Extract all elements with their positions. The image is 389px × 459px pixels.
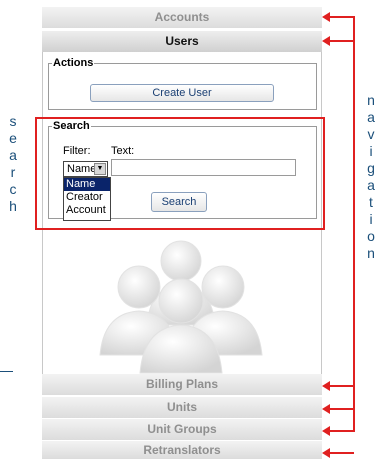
search-letter: e bbox=[9, 130, 17, 146]
users-group-illustration bbox=[99, 240, 263, 374]
navigation-annotation-label: n a v i g a t i o n bbox=[363, 92, 379, 262]
arrow-line-retranslators bbox=[330, 452, 354, 454]
nav-separator bbox=[42, 28, 322, 29]
arrow-users-icon bbox=[322, 36, 330, 46]
search-annotation-label: s e a r c h bbox=[5, 113, 21, 215]
search-letter: a bbox=[9, 147, 17, 163]
arrow-line-billing-plans bbox=[330, 385, 354, 387]
nav-retranslators[interactable]: Retranslators bbox=[42, 441, 322, 459]
search-highlight-box bbox=[35, 117, 325, 230]
navigation-letter: i bbox=[369, 143, 373, 159]
navigation-letter: a bbox=[367, 177, 375, 193]
arrow-retranslators-icon bbox=[322, 448, 330, 458]
arrow-line-units bbox=[330, 408, 354, 410]
arrow-line-unit-groups bbox=[330, 430, 354, 432]
navigation-letter: n bbox=[367, 92, 375, 108]
navigation-bracket-line bbox=[353, 16, 355, 432]
search-annotation-tick bbox=[0, 371, 13, 372]
navigation-letter: g bbox=[367, 160, 375, 176]
navigation-letter: n bbox=[367, 245, 375, 261]
nav-accounts[interactable]: Accounts bbox=[42, 7, 322, 28]
search-letter: r bbox=[10, 164, 16, 180]
nav-billing-plans[interactable]: Billing Plans bbox=[42, 374, 322, 395]
arrow-units-icon bbox=[322, 404, 330, 414]
navigation-letter: a bbox=[367, 109, 375, 125]
navigation-letter: i bbox=[369, 211, 373, 227]
arrow-line-accounts bbox=[330, 16, 354, 18]
nav-separator bbox=[42, 395, 322, 396]
create-user-button[interactable]: Create User bbox=[90, 84, 274, 102]
arrow-unit-groups-icon bbox=[322, 426, 330, 436]
arrow-accounts-icon bbox=[322, 12, 330, 22]
navigation-letter: t bbox=[369, 194, 373, 210]
nav-units[interactable]: Units bbox=[42, 397, 322, 418]
nav-users[interactable]: Users bbox=[42, 31, 322, 52]
arrow-billing-plans-icon bbox=[322, 381, 330, 391]
navigation-letter: v bbox=[367, 126, 375, 142]
nav-unit-groups[interactable]: Unit Groups bbox=[42, 419, 322, 440]
search-letter: c bbox=[9, 181, 17, 197]
arrow-line-users bbox=[330, 40, 354, 42]
search-letter: s bbox=[9, 113, 17, 129]
navigation-letter: o bbox=[367, 228, 375, 244]
actions-legend: Actions bbox=[53, 57, 94, 69]
search-letter: h bbox=[9, 198, 17, 214]
